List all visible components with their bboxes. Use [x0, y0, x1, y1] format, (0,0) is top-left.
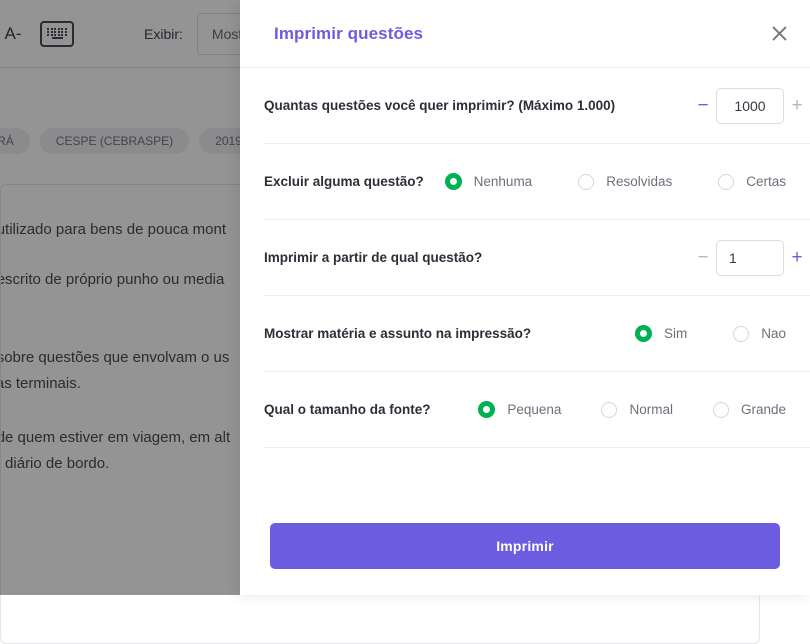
radio-label: Nenhuma — [474, 174, 533, 189]
radio-label: Normal — [629, 402, 673, 417]
modal-footer: Imprimir — [240, 523, 810, 595]
start-question-input[interactable] — [716, 240, 784, 276]
row-label: Quantas questões você quer imprimir? (Má… — [264, 98, 615, 113]
row-control: Nenhuma Resolvidas Certas — [445, 173, 810, 190]
radio-indicator — [718, 174, 734, 190]
radio-label: Certas — [746, 174, 786, 189]
modal-body: Quantas questões você quer imprimir? (Má… — [240, 68, 810, 523]
row-show-subject: Mostrar matéria e assunto na impressão? … — [264, 296, 810, 372]
radio-option-nao[interactable]: Nao — [733, 326, 786, 342]
print-button[interactable]: Imprimir — [270, 523, 780, 569]
quantity-stepper: − + — [690, 88, 810, 124]
modal-title: Imprimir questões — [274, 24, 423, 44]
row-control: Sim Nao — [635, 325, 810, 342]
row-font-size: Qual o tamanho da fonte? Pequena Normal … — [264, 372, 810, 448]
print-questions-modal: Imprimir questões Quantas questões você … — [240, 0, 810, 595]
radio-label: Grande — [741, 402, 786, 417]
font-size-radio-group: Pequena Normal Grande — [478, 401, 810, 418]
row-control: − + — [690, 240, 810, 276]
start-question-increment-button[interactable]: + — [784, 248, 810, 267]
quantity-decrement-button[interactable]: − — [690, 96, 716, 115]
radio-option-sim[interactable]: Sim — [635, 325, 687, 342]
row-control: − + — [690, 88, 810, 124]
modal-header: Imprimir questões — [240, 0, 810, 68]
row-label: Mostrar matéria e assunto na impressão? — [264, 326, 531, 341]
row-start-question: Imprimir a partir de qual questão? − + — [264, 220, 810, 296]
row-label: Excluir alguma questão? — [264, 174, 424, 189]
row-exclude: Excluir alguma questão? Nenhuma Resolvid… — [264, 144, 810, 220]
radio-label: Pequena — [507, 402, 561, 417]
radio-indicator — [733, 326, 749, 342]
radio-option-pequena[interactable]: Pequena — [478, 401, 561, 418]
show-subject-radio-group: Sim Nao — [635, 325, 810, 342]
radio-option-normal[interactable]: Normal — [601, 402, 673, 418]
close-icon[interactable] — [762, 17, 796, 51]
radio-option-nenhuma[interactable]: Nenhuma — [445, 173, 533, 190]
radio-indicator — [601, 402, 617, 418]
exclude-radio-group: Nenhuma Resolvidas Certas — [445, 173, 810, 190]
radio-option-certas[interactable]: Certas — [718, 174, 786, 190]
radio-option-resolvidas[interactable]: Resolvidas — [578, 174, 672, 190]
start-question-decrement-button[interactable]: − — [690, 248, 716, 267]
radio-label: Resolvidas — [606, 174, 672, 189]
quantity-input[interactable] — [716, 88, 784, 124]
quantity-increment-button[interactable]: + — [784, 96, 810, 115]
radio-option-grande[interactable]: Grande — [713, 402, 786, 418]
radio-indicator — [445, 173, 462, 190]
radio-indicator — [713, 402, 729, 418]
row-control: Pequena Normal Grande — [478, 401, 810, 418]
radio-indicator — [635, 325, 652, 342]
start-question-stepper: − + — [690, 240, 810, 276]
row-label: Imprimir a partir de qual questão? — [264, 250, 482, 265]
row-label: Qual o tamanho da fonte? — [264, 402, 431, 417]
radio-label: Nao — [761, 326, 786, 341]
row-quantity: Quantas questões você quer imprimir? (Má… — [264, 68, 810, 144]
radio-label: Sim — [664, 326, 687, 341]
radio-indicator — [478, 401, 495, 418]
radio-indicator — [578, 174, 594, 190]
